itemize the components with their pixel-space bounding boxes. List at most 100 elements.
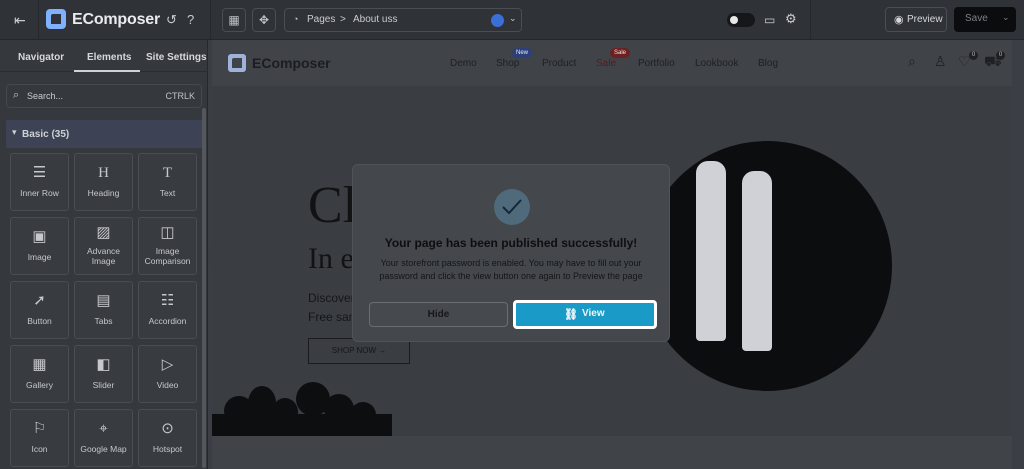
element-button[interactable]: ➚ Button [10, 281, 69, 339]
nav-shop[interactable]: Shop [496, 58, 519, 69]
breadcrumb-root: Pages [307, 14, 336, 25]
user-icon[interactable]: ♙ [934, 53, 947, 70]
ecomposer-logo [46, 9, 66, 29]
element-video[interactable]: ▷ Video [138, 345, 197, 403]
active-tab-indicator [74, 70, 140, 72]
tab-elements[interactable]: Elements [87, 52, 131, 63]
element-label: Accordion [148, 316, 187, 326]
plugin-button[interactable]: ✥ [252, 8, 276, 32]
element-label: Advance Image [86, 246, 121, 266]
search-icon[interactable]: ⌕ [908, 53, 916, 70]
element-image-comparison[interactable]: ◫ Image Comparison [138, 217, 197, 275]
advance-image-icon: ▨ [96, 224, 111, 241]
modal-description: Your storefront password is enabled. You… [379, 258, 643, 281]
hide-button[interactable]: Hide [369, 302, 508, 327]
publish-success-modal: Your page has been published successfull… [352, 164, 670, 342]
search-icon: ⌕ [13, 89, 20, 101]
element-google-map[interactable]: ⌖ Google Map [74, 409, 133, 467]
inner-row-icon: ☰ [32, 164, 47, 181]
element-text[interactable]: T Text [138, 153, 197, 211]
element-label: Image Comparison [144, 246, 191, 266]
element-icon[interactable]: ⚐ Icon [10, 409, 69, 467]
save-label: Save [965, 13, 988, 24]
element-label: Hotspot [152, 444, 183, 454]
element-label: Text [159, 188, 176, 198]
hero-text-line: Discover [308, 291, 355, 305]
nav-demo[interactable]: Demo [450, 58, 477, 69]
hero-circle-image [642, 141, 892, 391]
breadcrumb-page: About uss [353, 14, 398, 25]
element-label: Button [27, 316, 52, 326]
element-hotspot[interactable]: ⊙ Hotspot [138, 409, 197, 467]
sidebar-scrollbar[interactable] [202, 108, 206, 468]
chevron-down-icon[interactable]: ⌄ [1002, 12, 1010, 23]
element-label: Gallery [26, 380, 53, 390]
help-icon[interactable]: ? [187, 12, 194, 28]
element-accordion[interactable]: ☷ Accordion [138, 281, 197, 339]
site-header: EComposer Demo Shop New Product Sale Sal… [212, 40, 1012, 86]
link-icon: ⛓ [564, 309, 578, 321]
nav-product[interactable]: Product [542, 58, 576, 69]
element-tabs[interactable]: ▤ Tabs [74, 281, 133, 339]
product-bottle-image [696, 161, 726, 341]
element-label: Slider [92, 380, 115, 390]
top-bar: ⇤ EComposer ↺ ? ▦ ✥ ◔ Pages > About uss … [0, 0, 1024, 40]
modal-title: Your page has been published successfull… [384, 236, 638, 250]
canvas-below-section [212, 436, 1012, 469]
element-gallery[interactable]: ▦ Gallery [10, 345, 69, 403]
nav-blog[interactable]: Blog [758, 58, 778, 69]
product-bottle-image [742, 171, 772, 351]
divider [38, 0, 39, 40]
nav-sale[interactable]: Sale [596, 58, 616, 69]
element-image[interactable]: ▣ Image [10, 217, 69, 275]
view-label: View [582, 308, 605, 319]
element-label: Icon [31, 444, 48, 454]
breadcrumb-separator: > [340, 14, 346, 25]
settings-icon[interactable]: ⚙ [785, 11, 797, 27]
element-heading[interactable]: H Heading [74, 153, 133, 211]
heading-icon: H [98, 165, 109, 181]
nav-portfolio[interactable]: Portfolio [638, 58, 675, 69]
hero-subtitle: In e [308, 242, 354, 275]
divider [210, 0, 211, 40]
category-basic[interactable]: ▾ Basic (35) [6, 120, 204, 148]
grid-icon: ▦ [228, 13, 240, 27]
element-label: Inner Row [20, 188, 59, 198]
element-search-input[interactable]: ⌕ Search... CTRLK [6, 84, 202, 108]
image-icon: ▣ [32, 228, 47, 245]
history-icon[interactable]: ↺ [166, 12, 177, 28]
element-slider[interactable]: ◧ Slider [74, 345, 133, 403]
chevron-down-icon: ⌄ [509, 13, 517, 23]
tab-site-settings[interactable]: Site Settings [146, 52, 207, 63]
element-label: Heading [87, 188, 120, 198]
preview-button[interactable]: ◉ Preview [885, 7, 947, 32]
element-inner-row[interactable]: ☰ Inner Row [10, 153, 69, 211]
layout-grid-button[interactable]: ▦ [222, 8, 246, 32]
view-button[interactable]: ⛓ View [513, 300, 657, 329]
hotspot-icon: ⊙ [161, 420, 174, 437]
nav-lookbook[interactable]: Lookbook [695, 58, 738, 69]
save-button[interactable]: Save ⌄ [954, 7, 1016, 32]
exit-icon[interactable]: ⇤ [14, 12, 26, 28]
tabs-icon: ▤ [96, 292, 111, 309]
right-gutter [1012, 40, 1024, 469]
slider-icon: ◧ [96, 356, 111, 373]
element-advance-image[interactable]: ▨ Advance Image [74, 217, 133, 275]
flag-icon: ⚐ [32, 420, 47, 437]
desktop-icon[interactable]: ▭ [764, 12, 775, 28]
image-comparison-icon: ◫ [160, 224, 175, 241]
eye-icon: ◉ [894, 14, 904, 26]
app-brand: EComposer [72, 11, 160, 28]
cart-count: 0 [996, 51, 1005, 60]
globe-icon [491, 14, 504, 27]
page-selector[interactable]: ◔ Pages > About uss ⌄ [284, 8, 522, 32]
pages-icon: ◔ [293, 14, 299, 24]
button-icon: ➚ [33, 292, 46, 309]
new-badge: New [512, 48, 533, 58]
site-logo-icon [228, 54, 246, 72]
video-icon: ▷ [161, 356, 174, 373]
element-label: Video [156, 380, 179, 390]
dark-mode-toggle[interactable] [727, 13, 755, 27]
site-brand: EComposer [252, 55, 331, 71]
tab-navigator[interactable]: Navigator [18, 52, 64, 63]
